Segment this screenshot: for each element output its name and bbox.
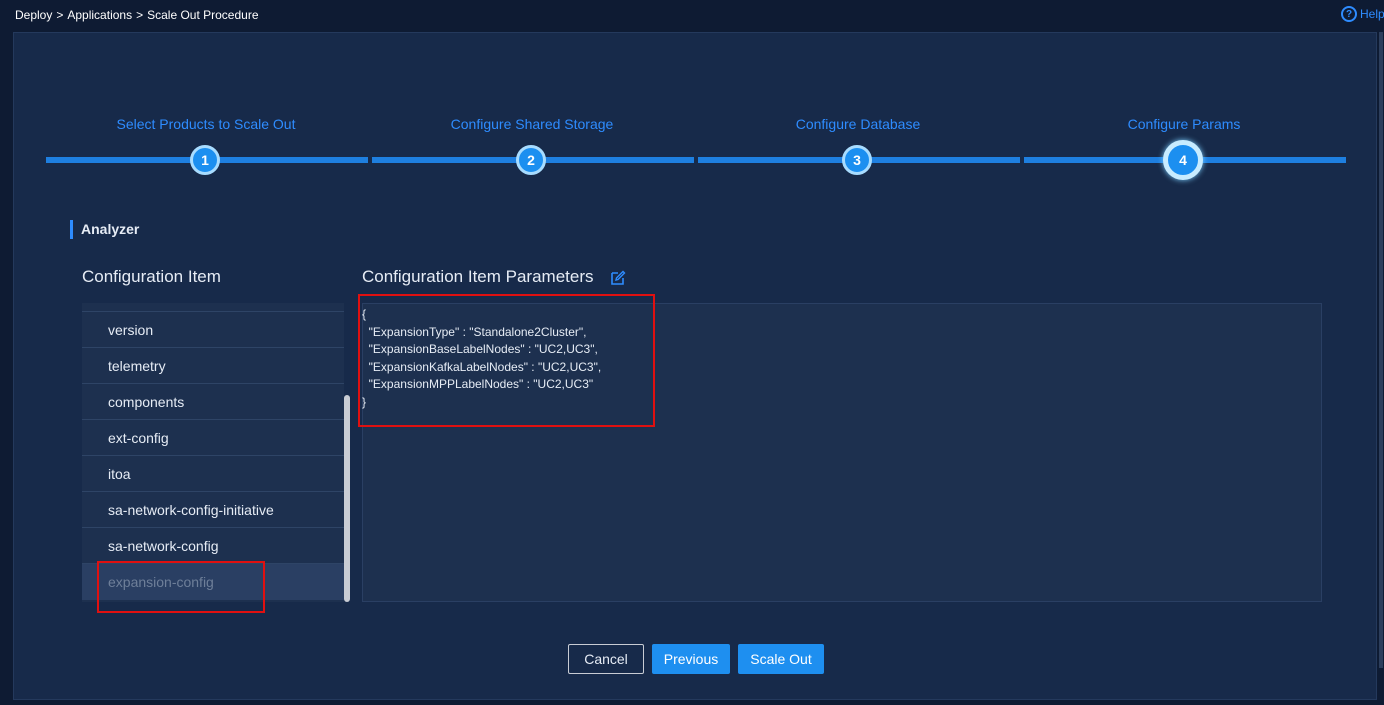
breadcrumb-item-current: Scale Out Procedure — [147, 8, 259, 22]
help-icon[interactable]: ? — [1341, 6, 1357, 22]
cancel-button[interactable]: Cancel — [568, 644, 644, 674]
previous-button[interactable]: Previous — [652, 644, 730, 674]
top-bar: Deploy > Applications > Scale Out Procedure … — [0, 0, 1384, 32]
config-item-list: version telemetry components ext-config … — [82, 303, 344, 602]
step-node-2: 2 — [516, 145, 546, 175]
step-label-4: Configure Params — [1127, 116, 1241, 132]
config-item-title: Configuration Item — [82, 267, 221, 286]
page-scrollbar[interactable] — [1379, 32, 1383, 668]
breadcrumb: Deploy > Applications > Scale Out Procedure — [15, 8, 259, 22]
breadcrumb-separator: > — [136, 8, 144, 22]
highlight-box-expansion-config — [97, 561, 265, 613]
step-node-3: 3 — [842, 145, 872, 175]
config-item-components[interactable]: components — [82, 384, 344, 420]
config-item-sa-network-config-initiative[interactable]: sa-network-config-initiative — [82, 492, 344, 528]
config-item-sa-network-config[interactable]: sa-network-config — [82, 528, 344, 564]
step-node-4-active: 4 — [1163, 140, 1203, 180]
highlight-box-params — [358, 294, 655, 427]
section-title: Analyzer — [70, 220, 139, 239]
step-label-3: Configure Database — [795, 116, 921, 132]
help-label[interactable]: Help — [1360, 7, 1384, 21]
step-label-2: Configure Shared Storage — [450, 116, 614, 132]
list-top-spacer — [82, 303, 344, 312]
step-node-1: 1 — [190, 145, 220, 175]
list-scrollbar-thumb[interactable] — [344, 395, 350, 602]
help-link[interactable]: ? Help — [1341, 6, 1384, 22]
config-item-telemetry[interactable]: telemetry — [82, 348, 344, 384]
config-params-title: Configuration Item Parameters — [362, 267, 594, 286]
breadcrumb-separator: > — [56, 8, 64, 22]
config-item-version[interactable]: version — [82, 312, 344, 348]
config-item-ext-config[interactable]: ext-config — [82, 420, 344, 456]
breadcrumb-item-applications[interactable]: Applications — [67, 8, 132, 22]
edit-icon[interactable] — [610, 270, 626, 286]
config-item-itoa[interactable]: itoa — [82, 456, 344, 492]
scale-out-button[interactable]: Scale Out — [738, 644, 824, 674]
breadcrumb-item-deploy[interactable]: Deploy — [15, 8, 52, 22]
step-label-1: Select Products to Scale Out — [116, 116, 296, 132]
